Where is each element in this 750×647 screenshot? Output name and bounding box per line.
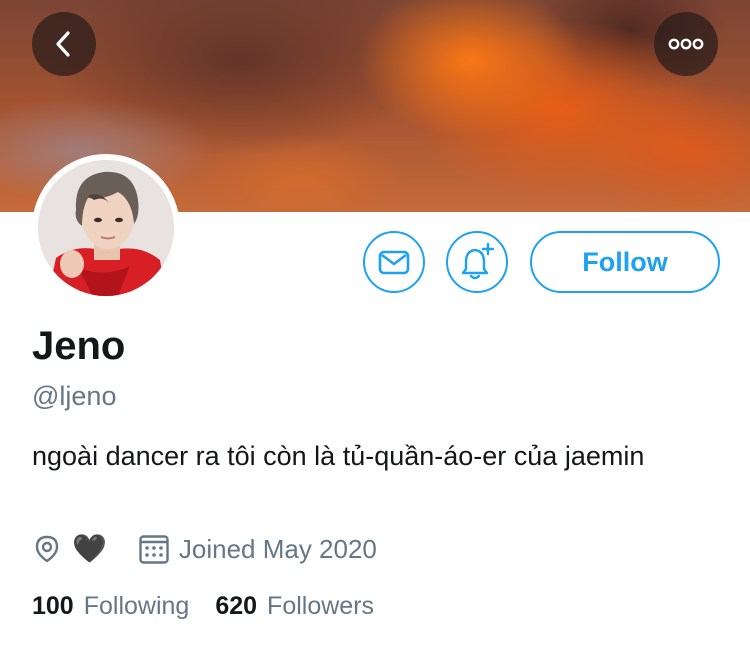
following-count: 100: [32, 592, 74, 620]
mail-icon: [378, 250, 410, 275]
notifications-button[interactable]: [446, 231, 508, 293]
message-button[interactable]: [363, 231, 425, 293]
followers-link[interactable]: 620 Followers: [215, 592, 374, 621]
back-button[interactable]: [32, 12, 96, 76]
follow-button[interactable]: Follow: [530, 231, 720, 293]
location-text: 🖤: [72, 533, 107, 564]
profile-handle: @ljeno: [32, 381, 117, 411]
location-icon: [32, 534, 62, 564]
followers-count: 620: [215, 592, 258, 620]
following-link[interactable]: 100 Following: [32, 592, 189, 621]
more-horizontal-icon: [668, 38, 704, 50]
calendar-icon: [137, 532, 171, 566]
profile-meta: 🖤 Joined May 2020: [32, 530, 377, 568]
joined-date: Joined May 2020: [178, 533, 377, 564]
following-label: Following: [83, 592, 190, 620]
followers-label: Followers: [267, 592, 375, 620]
more-options-button[interactable]: [654, 12, 718, 76]
profile-bio: ngoài dancer ra tôi còn là tủ-quần-áo-er…: [32, 441, 645, 471]
chevron-left-icon: [56, 31, 70, 57]
bell-plus-icon: [461, 242, 495, 280]
avatar-photo: [38, 160, 174, 296]
avatar[interactable]: [32, 154, 180, 302]
follow-stats: 100 Following 620 Followers: [32, 592, 374, 621]
display-name: Jeno: [32, 324, 126, 368]
